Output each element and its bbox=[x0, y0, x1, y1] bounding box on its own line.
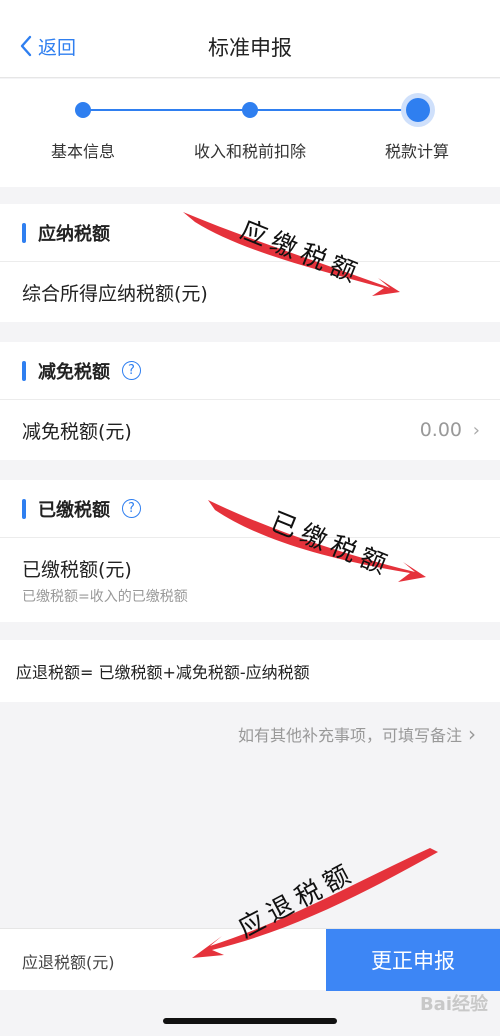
remark-link[interactable]: 如有其他补充事项，可填写备注 › bbox=[238, 722, 476, 746]
refund-formula: 应退税额= 已缴税额+减免税额-应纳税额 bbox=[0, 640, 500, 702]
section-title: 应纳税额 bbox=[38, 223, 110, 245]
step-label-3[interactable]: 税款计算 bbox=[385, 138, 449, 162]
section-title: 减免税额 bbox=[38, 361, 110, 383]
chevron-right-icon: › bbox=[472, 419, 480, 441]
step-dot-1 bbox=[75, 102, 91, 118]
row-label: 综合所得应纳税额(元) bbox=[22, 282, 208, 305]
reduction-tax-section: 减免税额 ? 减免税额(元) 0.00 › bbox=[0, 342, 500, 460]
remark-link-label: 如有其他补充事项，可填写备注 bbox=[237, 726, 462, 745]
reduction-tax-row[interactable]: 减免税额(元) 0.00 › bbox=[0, 400, 500, 460]
step-label-2[interactable]: 收入和税前扣除 bbox=[194, 138, 306, 162]
section-header: 已缴税额 ? bbox=[0, 480, 500, 538]
refund-amount-label: 应退税额(元) bbox=[22, 953, 115, 972]
row-label: 减免税额(元) bbox=[22, 420, 132, 443]
step-dot-2 bbox=[242, 102, 258, 118]
section-title: 已缴税额 bbox=[38, 499, 110, 521]
progress-stepper: 基本信息 收入和税前扣除 税款计算 bbox=[0, 79, 500, 187]
help-icon[interactable]: ? bbox=[122, 361, 141, 380]
row-value: 0.00 bbox=[419, 419, 462, 441]
help-icon[interactable]: ? bbox=[122, 499, 141, 518]
section-accent-bar bbox=[22, 360, 26, 381]
section-accent-bar bbox=[22, 222, 26, 243]
row-label: 已缴税额(元) bbox=[22, 558, 132, 581]
submit-correction-button[interactable]: 更正申报 bbox=[326, 929, 500, 991]
section-accent-bar bbox=[22, 498, 26, 519]
page-title: 标准申报 bbox=[208, 36, 292, 60]
paid-tax-section: 已缴税额 ? 已缴税额(元) 已缴税额=收入的已缴税额 bbox=[0, 480, 500, 622]
step-dot-3-current bbox=[406, 98, 430, 122]
paid-tax-row[interactable]: 已缴税额(元) 已缴税额=收入的已缴税额 bbox=[0, 538, 500, 622]
home-indicator bbox=[163, 1018, 337, 1024]
payable-tax-row[interactable]: 综合所得应纳税额(元) bbox=[0, 262, 500, 322]
chevron-right-icon: › bbox=[468, 722, 476, 746]
step-label-1[interactable]: 基本信息 bbox=[51, 138, 115, 162]
row-hint: 已缴税额=收入的已缴税额 bbox=[22, 588, 188, 605]
baidu-jingyan-watermark: Bai经验 bbox=[419, 994, 488, 1015]
nav-bar: 返回 标准申报 bbox=[0, 0, 500, 78]
section-header: 减免税额 ? bbox=[0, 342, 500, 400]
